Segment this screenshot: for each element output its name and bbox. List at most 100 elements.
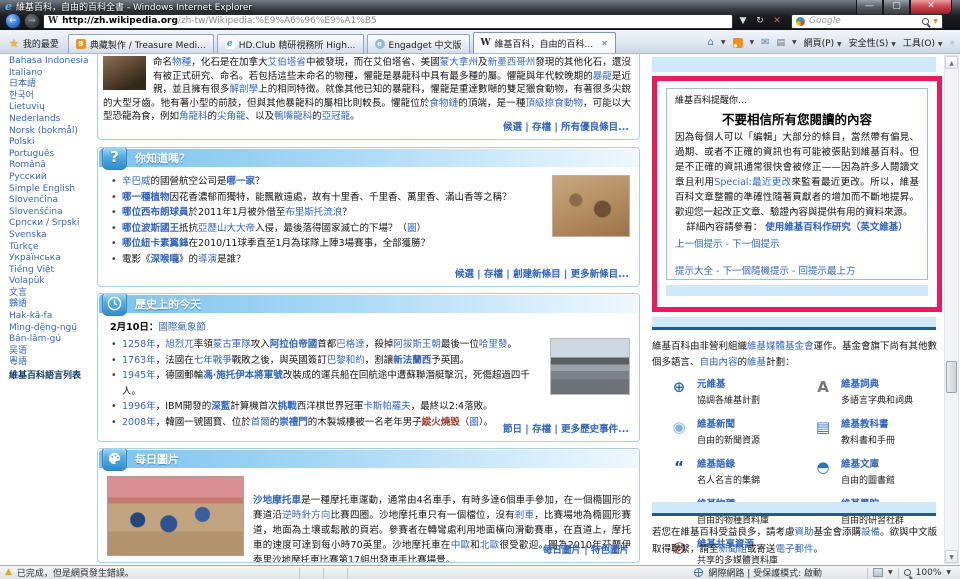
- engadget-favicon-icon: e: [374, 39, 385, 49]
- language-link[interactable]: Italiano: [9, 68, 96, 80]
- stop-button[interactable]: ✕: [770, 14, 784, 29]
- scrollbar-thumb[interactable]: [946, 361, 957, 393]
- dyk-item[interactable]: 哪位紐卡素翼鋒在2010/11球季直至1月為球隊上陣3場賽事，全部獲勝？: [111, 236, 539, 252]
- wiktionary-icon: A: [817, 378, 829, 396]
- page-menu-button[interactable]: 網頁(P) ▼: [804, 36, 842, 49]
- tip-nav-links-2[interactable]: 提示大全 - 下一個隨機提示 - 回提示最上方: [675, 265, 919, 279]
- dyk-item[interactable]: 哪一種植物因花香濃郁而獨特，能飄散遠處，故有十里香、千里香、萬里香、滿山香等之稱…: [111, 190, 539, 206]
- language-link[interactable]: Русский: [9, 172, 96, 184]
- dyk-item[interactable]: 電影《深喉嚨》的導演是誰？: [111, 252, 539, 268]
- language-link[interactable]: Tiếng Việt: [9, 265, 96, 277]
- rss-dropdown-icon[interactable]: ▼: [750, 39, 755, 46]
- potd-image[interactable]: [107, 476, 244, 556]
- tab-close-icon[interactable]: ✕: [601, 39, 608, 48]
- history-item[interactable]: 1945年，德國郵輪馮·施托伊本將軍號改裝成的運兵船在回航途中遭蘇聯潛艇擊沉，死…: [111, 368, 539, 399]
- forward-button[interactable]: →: [24, 13, 40, 29]
- history-footer-links[interactable]: 節日 | 存檔 | 更多歷史事件...: [503, 421, 629, 435]
- featured-article-image[interactable]: [103, 56, 146, 90]
- home-icon[interactable]: ⌂: [708, 37, 714, 48]
- refresh-button[interactable]: ↻: [753, 14, 767, 29]
- language-link[interactable]: Українська: [9, 253, 96, 265]
- tab-treasure[interactable]: B 典藏製作 / Treasure Medi...: [67, 34, 214, 53]
- print-dropdown-icon[interactable]: ▼: [792, 39, 797, 46]
- language-link[interactable]: Hak-kâ-fa: [9, 311, 96, 323]
- scroll-up-icon[interactable]: ▲: [945, 56, 958, 69]
- overflow-chevron-icon[interactable]: »: [949, 38, 955, 48]
- tab-hdclub[interactable]: e HD.Club 精研視務所 High...: [216, 34, 364, 53]
- dyk-item[interactable]: 辛巴威的國營航空公司是哪一家？: [111, 174, 539, 190]
- print-icon[interactable]: ▤: [777, 38, 786, 48]
- history-image[interactable]: [550, 338, 630, 395]
- language-link[interactable]: 文言: [9, 288, 96, 300]
- language-link[interactable]: Slovenčina: [9, 195, 96, 207]
- tab-wikipedia-active[interactable]: W 維基百科，自由的百科... ✕: [472, 32, 616, 53]
- address-dropdown-icon[interactable]: ▼: [736, 14, 750, 29]
- history-item[interactable]: 2008年，韓國一號國寶、位於首爾的崇禮門的木製城樓被一名老年男子縱火燒毀（圖）…: [111, 415, 539, 431]
- home-dropdown-icon[interactable]: ▼: [721, 39, 726, 46]
- language-link[interactable]: 한국어: [9, 91, 96, 103]
- back-button[interactable]: ←: [5, 13, 21, 29]
- search-dropdown-icon[interactable]: ▼: [933, 18, 938, 25]
- search-box[interactable]: Google ▼: [791, 13, 943, 29]
- tip-nav-links[interactable]: 上一個提示 - 下一個提示: [675, 238, 919, 252]
- sister-project-item[interactable]: ◓ 維基文庫 自由的圖書館: [812, 457, 940, 488]
- zoom-dropdown-icon[interactable]: ▼: [946, 569, 951, 576]
- language-link[interactable]: Slovenščina: [9, 207, 96, 219]
- address-bar[interactable]: W http://zh.wikipedia.org/zh-tw/Wikipedi…: [43, 13, 733, 29]
- language-link[interactable]: 贛語: [9, 299, 96, 311]
- dyk-item[interactable]: 哪位波斯國王抵抗亞歷山大大帝入侵，最後落得國家滅亡的下場？（圖）: [111, 221, 539, 237]
- dyk-item[interactable]: 哪位西布朗球員於2011年1月被外借至布里斯托流浪？: [111, 205, 539, 221]
- clock-icon: [102, 294, 127, 316]
- zone-text: 網際網路 | 受保護模式: 啟動: [708, 569, 823, 579]
- tip-highlight-box: 維基百科提醒你… 不要相信所有您閱讀的內容 因為每個人可以「編輯」大部分的條目，…: [652, 76, 942, 312]
- sister-project-item[interactable]: “ 維基語錄 名人名言的集錦: [668, 457, 796, 488]
- language-link[interactable]: 粵語: [9, 357, 96, 369]
- language-link[interactable]: Svenska: [9, 230, 96, 242]
- dyk-footer-links[interactable]: 候選 | 存檔 | 創建新條目 | 更多新條目...: [455, 266, 629, 280]
- history-item[interactable]: 1258年，旭烈兀率領蒙古軍隊攻入阿拉伯帝國首都巴格達，殺掉阿拔斯王朝最後一位哈…: [111, 337, 539, 353]
- wikipedia-favicon-icon: W: [48, 16, 59, 26]
- language-link[interactable]: Norsk (bokmål): [9, 126, 96, 138]
- warning-icon[interactable]: ▲: [5, 568, 12, 577]
- language-link[interactable]: Bahasa Indonesia: [9, 56, 96, 68]
- on-this-day-date[interactable]: 2月10日：國際氣象節: [98, 313, 639, 335]
- tip-detail[interactable]: 詳細內容請參看： 使用維基百科作研究（英文維基）: [675, 221, 919, 235]
- vertical-scrollbar[interactable]: ▲ ▼: [944, 55, 959, 564]
- language-link[interactable]: Simple English: [9, 184, 96, 196]
- language-link[interactable]: Lietuvių: [9, 102, 96, 114]
- language-link[interactable]: Nederlands: [9, 114, 96, 126]
- potd-footer-links[interactable]: 每日圖片 | 特色圖片: [543, 542, 629, 556]
- history-item[interactable]: 1996年，IBM開發的深藍計算機首次挑戰西洋棋世界冠軍卡斯帕羅夫，最終以2:4…: [111, 399, 539, 415]
- history-item[interactable]: 1763年，法國在七年戰爭戰敗之後，與英國簽訂巴黎和約，割讓新法蘭西予英國。: [111, 353, 539, 369]
- sister-project-item[interactable]: ◉ 維基新聞 自由的新聞資源: [668, 417, 796, 448]
- language-link[interactable]: Mìng-dĕ̤ng-ngṳ̄: [9, 323, 96, 335]
- language-link[interactable]: Türkçe: [9, 242, 96, 254]
- language-list-link[interactable]: 維基百科語言列表: [9, 370, 96, 382]
- tools-menu-button[interactable]: 工具(O) ▼: [903, 36, 943, 49]
- zoom-level[interactable]: 100%: [916, 568, 942, 578]
- search-magnifier-icon[interactable]: [922, 17, 930, 25]
- dyk-image[interactable]: [552, 175, 630, 237]
- tab-engadget[interactable]: e Engadget 中文版: [366, 34, 470, 53]
- language-link[interactable]: Српски / Srpski: [9, 218, 96, 230]
- scroll-down-icon[interactable]: ▼: [945, 550, 958, 563]
- compatibility-icon[interactable]: [873, 568, 884, 577]
- language-link[interactable]: Română: [9, 160, 96, 172]
- language-link[interactable]: Polski: [9, 137, 96, 149]
- wikisource-icon: ◓: [816, 458, 830, 476]
- rss-icon[interactable]: [732, 37, 743, 48]
- sister-project-item[interactable]: ⊕ 元維基 協調各維基計劃: [668, 377, 796, 408]
- sister-project-item[interactable]: ▤ 維基教科書 教科書和手冊: [812, 417, 940, 448]
- mail-icon[interactable]: ✉: [761, 37, 769, 48]
- security-menu-button[interactable]: 安全性(S) ▼: [849, 36, 896, 49]
- language-link[interactable]: 日本語: [9, 79, 96, 91]
- language-link[interactable]: 吴语: [9, 346, 96, 358]
- language-link[interactable]: Bân-lâm-gú: [9, 334, 96, 346]
- favorites-button[interactable]: ★ 我的最愛: [0, 37, 68, 53]
- language-link[interactable]: Português: [9, 149, 96, 161]
- featured-footer-links[interactable]: 候選 | 存檔 | 所有優良條目...: [503, 119, 629, 133]
- status-dropdown-icon[interactable]: ▼: [888, 569, 893, 576]
- language-link[interactable]: Volapük: [9, 276, 96, 288]
- sister-project-item[interactable]: A 維基詞典 多語言字典和詞典: [812, 377, 940, 408]
- tip-detail-link[interactable]: 使用維基百科作研究（英文維基）: [765, 222, 908, 233]
